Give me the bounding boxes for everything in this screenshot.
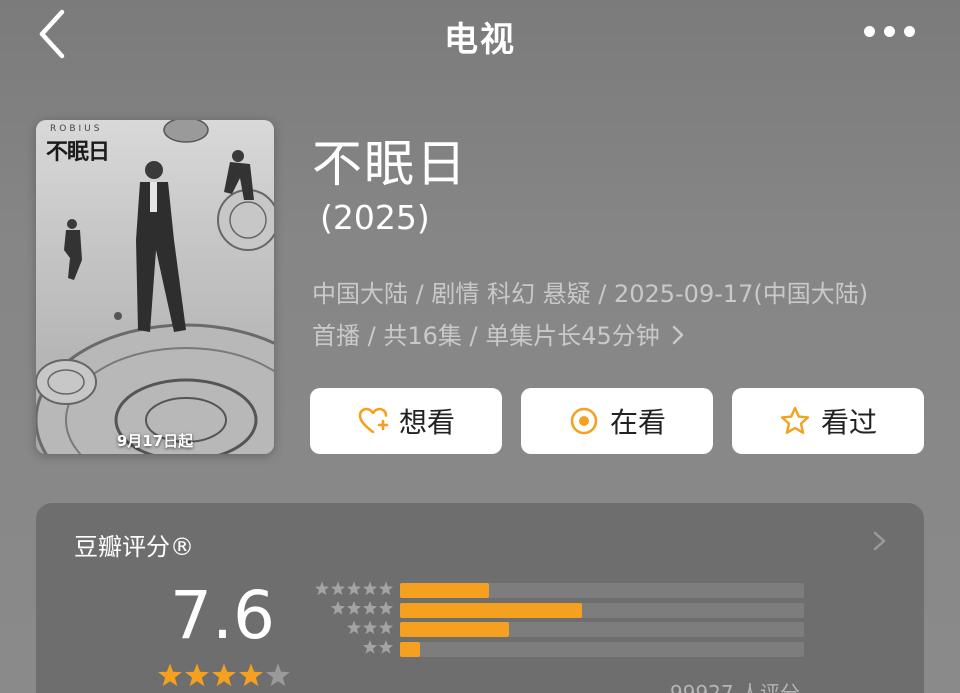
distribution-star-icon: [346, 620, 362, 635]
distribution-star-icon: [362, 620, 378, 635]
rating-bar-track: [400, 622, 804, 637]
show-meta-line2-text: 首播 / 共16集 / 单集片长45分钟: [312, 322, 660, 350]
heart-plus-icon: [358, 407, 389, 434]
star-filled-icon: [158, 663, 182, 687]
watching-button[interactable]: 在看: [521, 388, 713, 454]
top-navbar: 电视: [0, 0, 960, 70]
distribution-star-icon: [330, 581, 346, 596]
distribution-star-icon: [362, 581, 378, 596]
poster-date-caption: 9月17日起: [116, 432, 194, 450]
watched-label: 看过: [820, 406, 877, 439]
rating-card[interactable]: 豆瓣评分® 7.6 99927 人评分: [36, 503, 924, 693]
distribution-star-icon: [330, 601, 346, 615]
distribution-star-icon: [378, 640, 394, 654]
distribution-star-labels: [314, 581, 394, 654]
watching-label: 在看: [609, 406, 666, 439]
show-year: (2025): [320, 198, 430, 237]
poster-brand-text: ROBIUS: [50, 124, 103, 134]
star-empty-icon: [266, 663, 290, 687]
distribution-star-icon: [362, 601, 378, 615]
star-filled-icon: [185, 663, 209, 687]
distribution-star-icon: [314, 581, 330, 596]
show-poster[interactable]: ROBIUS 不眠日 9月17日起: [36, 120, 274, 454]
distribution-star-icon: [346, 581, 362, 596]
target-circle-icon: [570, 407, 598, 435]
score-stars: [158, 663, 290, 687]
rating-bar-track: [400, 583, 804, 598]
star-filled-icon: [239, 663, 263, 687]
page-title: 电视: [444, 20, 516, 60]
distribution-star-icon: [378, 581, 394, 596]
rating-bar-fill: [400, 622, 509, 637]
rating-bar-track: [400, 641, 804, 657]
want-to-watch-label: 想看: [398, 406, 455, 439]
poster-title-text: 不眠日: [46, 139, 110, 165]
distribution-star-icon: [346, 601, 362, 615]
ellipsis-icon: [864, 26, 875, 37]
ellipsis-icon-dot: [904, 26, 915, 37]
want-to-watch-button[interactable]: 想看: [310, 388, 502, 454]
star-filled-icon: [212, 663, 236, 687]
show-meta-line1: 中国大陆 / 剧情 科幻 悬疑 / 2025-09-17(中国大陆): [312, 280, 869, 308]
distribution-star-icon: [362, 640, 378, 654]
watched-button[interactable]: 看过: [732, 388, 924, 454]
chevron-right-icon[interactable]: [872, 527, 888, 555]
distribution-star-icon: [378, 620, 394, 635]
chevron-right-icon: [673, 325, 684, 345]
show-meta-line2[interactable]: 首播 / 共16集 / 单集片长45分钟: [312, 316, 685, 351]
rating-bar-fill: [400, 602, 582, 618]
poster-artwork: [36, 120, 274, 454]
rating-distribution-bars: [400, 583, 804, 673]
rating-bar-fill: [400, 583, 489, 598]
rating-bar-fill: [400, 641, 420, 657]
rating-score: 7.6: [170, 577, 275, 654]
rating-count: 99927 人评分: [670, 681, 800, 693]
star-outline-icon: [780, 406, 810, 434]
rating-label: 豆瓣评分®: [74, 533, 194, 561]
ellipsis-icon-dot: [884, 26, 895, 37]
distribution-star-icon: [378, 601, 394, 615]
rating-bar-track: [400, 602, 804, 618]
more-options-button[interactable]: [860, 22, 920, 42]
show-title: 不眠日: [312, 135, 468, 193]
